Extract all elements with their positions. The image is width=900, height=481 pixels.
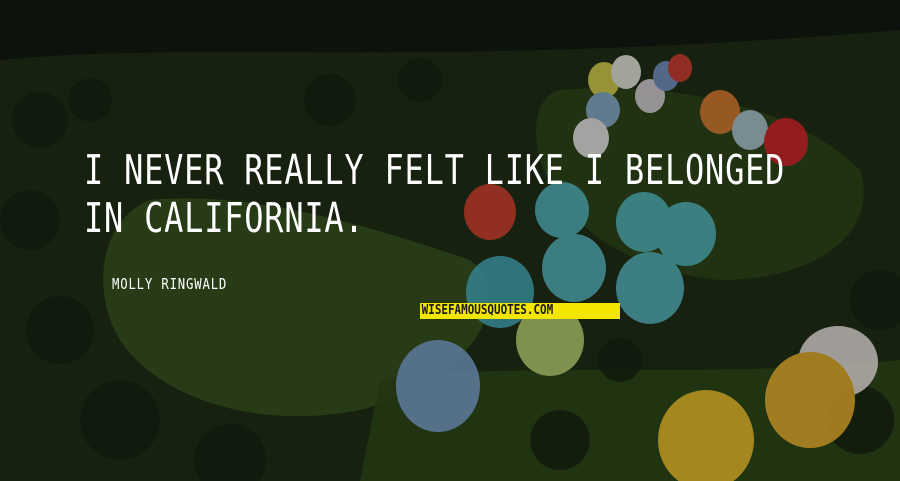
quote-text-content: I NEVER REALLY FELT LIKE I BELONGED IN C… — [84, 146, 786, 242]
quote-author: MOLLY RINGWALD — [112, 275, 228, 293]
watermark-text: WISEFAMOUSQUOTES.COM — [421, 303, 554, 318]
quote-image: I NEVER REALLY FELT LIKE I BELONGED IN C… — [0, 0, 900, 481]
watermark-badge: WISEFAMOUSQUOTES.COM — [420, 303, 620, 319]
quote-text: I NEVER REALLY FELT LIKE I BELONGED IN C… — [84, 146, 784, 242]
